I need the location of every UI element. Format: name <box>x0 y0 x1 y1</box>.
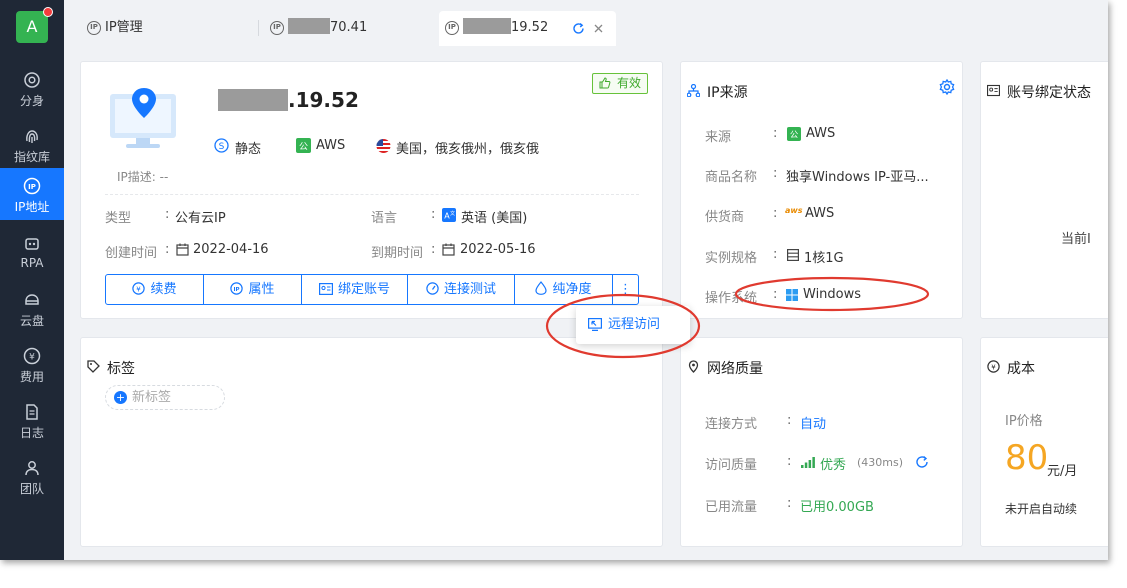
annotation-circle-os <box>734 276 930 312</box>
app-window: A 分身 指纹库 IP IP地址 RPA 云盘 ¥ 费用 日志 团队 IP IP… <box>0 0 1108 560</box>
annotation-overlay <box>545 276 930 359</box>
annotation-circle-remote <box>545 293 701 359</box>
